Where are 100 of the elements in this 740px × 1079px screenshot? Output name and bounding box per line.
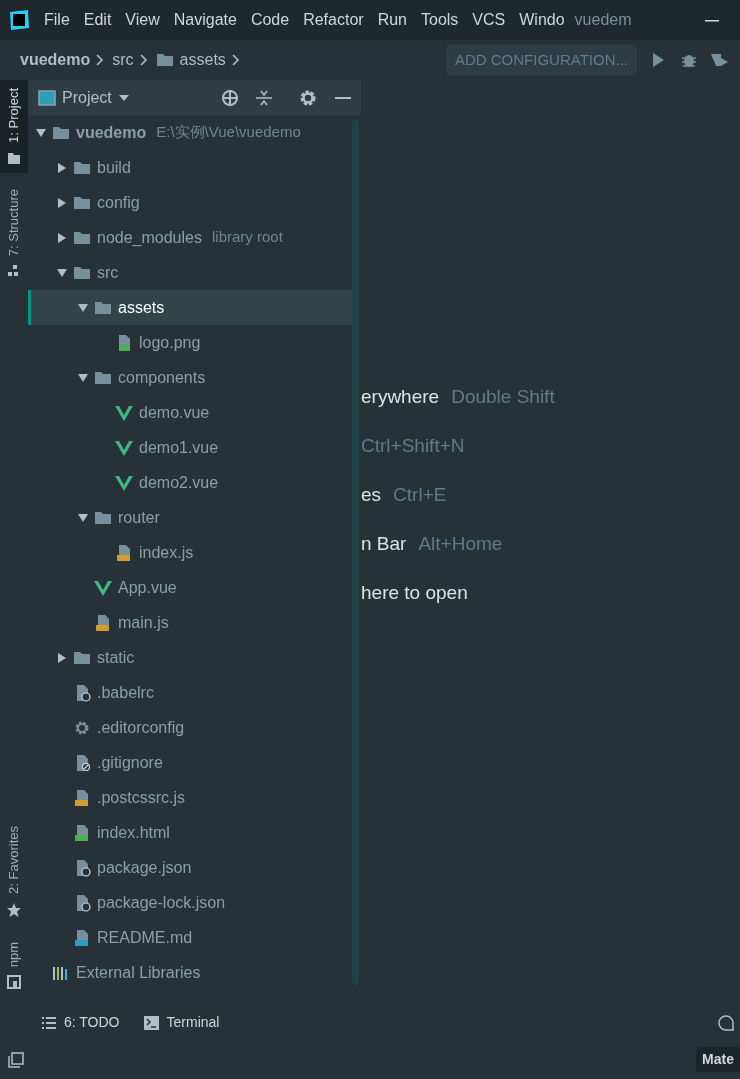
file-name: assets — [118, 297, 165, 318]
tree-item[interactable]: static — [28, 640, 352, 675]
file-name: index.html — [97, 822, 170, 843]
tree-item[interactable]: package-lock.json — [28, 885, 352, 920]
breadcrumb-item[interactable]: assets — [179, 48, 226, 72]
tree-item[interactable]: demo.vue — [28, 395, 352, 430]
tree-item[interactable]: README.md — [28, 920, 352, 955]
breadcrumb-item[interactable]: vuedemo — [20, 48, 91, 72]
tree-item[interactable]: node_modules library root — [28, 220, 352, 255]
file-name: index.js — [139, 542, 194, 563]
add-configuration-button[interactable]: ADD CONFIGURATION... — [445, 45, 637, 75]
tree-item[interactable]: App.vue — [28, 570, 352, 605]
menu-item[interactable]: Refactor — [303, 8, 364, 32]
menu-item[interactable]: Tools — [421, 8, 459, 32]
file-name: main.js — [118, 612, 169, 633]
tree-item[interactable]: assets — [28, 290, 352, 325]
tree-item[interactable]: config — [28, 185, 352, 220]
expand-arrow-icon[interactable] — [36, 127, 46, 138]
folder-icon — [7, 150, 21, 165]
locate-icon[interactable] — [221, 88, 239, 107]
file-name: package-lock.json — [97, 892, 226, 913]
menu-item[interactable]: VCS — [472, 8, 506, 32]
folder-icon — [155, 51, 174, 69]
tool-window-tab[interactable]: 1: Project — [0, 80, 28, 173]
app-logo-icon — [8, 9, 30, 31]
hint-text: erywhere — [361, 385, 440, 410]
tree-item[interactable]: build — [28, 150, 352, 185]
chevron-icon — [231, 54, 240, 66]
file-name: node_modules — [97, 227, 202, 248]
coverage-icon[interactable] — [710, 52, 730, 68]
expand-arrow-icon[interactable] — [78, 512, 88, 523]
hint-text: n Bar — [361, 532, 407, 557]
menu-item[interactable]: Windo — [519, 8, 565, 32]
file-name: .editorconfig — [97, 717, 185, 738]
menu-item[interactable]: File — [44, 8, 70, 32]
tree-item[interactable]: .babelrc — [28, 675, 352, 710]
file-name: .postcssrc.js — [97, 787, 185, 808]
tree-item[interactable]: components — [28, 360, 352, 395]
shortcut-text: Ctrl+E — [393, 483, 447, 508]
tree-item[interactable]: .postcssrc.js — [28, 780, 352, 815]
tree-item[interactable]: logo.png — [28, 325, 352, 360]
vue-icon — [115, 403, 133, 422]
tree-item[interactable]: main.js — [28, 605, 352, 640]
bug-icon[interactable] — [681, 52, 697, 68]
window-toggle-icon[interactable] — [8, 1051, 24, 1068]
expand-arrow-icon[interactable] — [78, 302, 88, 313]
tree-item[interactable]: index.html — [28, 815, 352, 850]
menu-item[interactable]: View — [125, 8, 160, 32]
chat-bubble-icon[interactable] — [718, 1014, 734, 1031]
tool-window-tab[interactable]: 6: TODO — [42, 1012, 120, 1033]
file-name: External Libraries — [76, 962, 201, 983]
hint-text: here to open — [361, 581, 468, 606]
file-name: config — [97, 192, 140, 213]
expand-arrow-icon[interactable] — [57, 197, 67, 208]
npm-icon — [7, 975, 21, 989]
expand-arrow-icon[interactable] — [57, 162, 67, 173]
file-name: logo.png — [139, 332, 201, 353]
file-name: App.vue — [118, 577, 177, 598]
path-hint: library root — [211, 227, 283, 248]
tree-item[interactable]: package.json — [28, 850, 352, 885]
tree-item[interactable]: demo2.vue — [28, 465, 352, 500]
window-title: vuedem — [574, 10, 632, 30]
tree-item[interactable]: router — [28, 500, 352, 535]
file-name: package.json — [97, 857, 192, 878]
collapse-all-icon[interactable] — [255, 88, 273, 107]
file-name: .gitignore — [97, 752, 163, 773]
html-file-icon — [73, 823, 91, 842]
run-icon[interactable] — [650, 52, 666, 68]
tree-item[interactable]: External Libraries — [28, 955, 352, 990]
file-name: src — [97, 262, 119, 283]
tree-item[interactable]: index.js — [28, 535, 352, 570]
tree-item[interactable]: src — [28, 255, 352, 290]
star-icon — [6, 901, 22, 918]
file-name: demo.vue — [139, 402, 210, 423]
hint-text: es — [361, 483, 382, 508]
settings-icon[interactable] — [299, 88, 317, 107]
tree-item[interactable]: .editorconfig — [28, 710, 352, 745]
tool-window-tab[interactable]: Terminal — [143, 1012, 220, 1033]
expand-arrow-icon[interactable] — [57, 267, 67, 278]
tool-window-tab[interactable]: 2: Favorites — [0, 817, 28, 926]
caret-icon[interactable] — [117, 93, 130, 102]
tool-window-tab[interactable]: npm — [0, 933, 28, 997]
expand-arrow-icon[interactable] — [57, 652, 67, 663]
tree-item[interactable]: .gitignore — [28, 745, 352, 780]
js-file-icon — [115, 543, 133, 562]
menu-item[interactable]: Edit — [83, 8, 112, 32]
panel-title[interactable]: Project — [62, 85, 112, 110]
tree-item[interactable]: demo1.vue — [28, 430, 352, 465]
menu-item[interactable]: Run — [377, 8, 407, 32]
path-hint: E:\实例\Vue\vuedemo — [156, 122, 301, 143]
menu-item[interactable]: Code — [250, 8, 290, 32]
tool-window-tab[interactable]: 7: Structure — [0, 180, 28, 287]
tree-item[interactable]: vuedemo E:\实例\Vue\vuedemo — [28, 115, 352, 150]
menu-item[interactable]: Navigate — [173, 8, 237, 32]
breadcrumb-item[interactable]: src — [112, 48, 134, 72]
theme-badge[interactable]: Mate — [696, 1047, 740, 1072]
js-file-icon — [73, 788, 91, 807]
expand-arrow-icon[interactable] — [57, 232, 67, 243]
structure-icon — [7, 264, 21, 279]
expand-arrow-icon[interactable] — [78, 372, 88, 383]
